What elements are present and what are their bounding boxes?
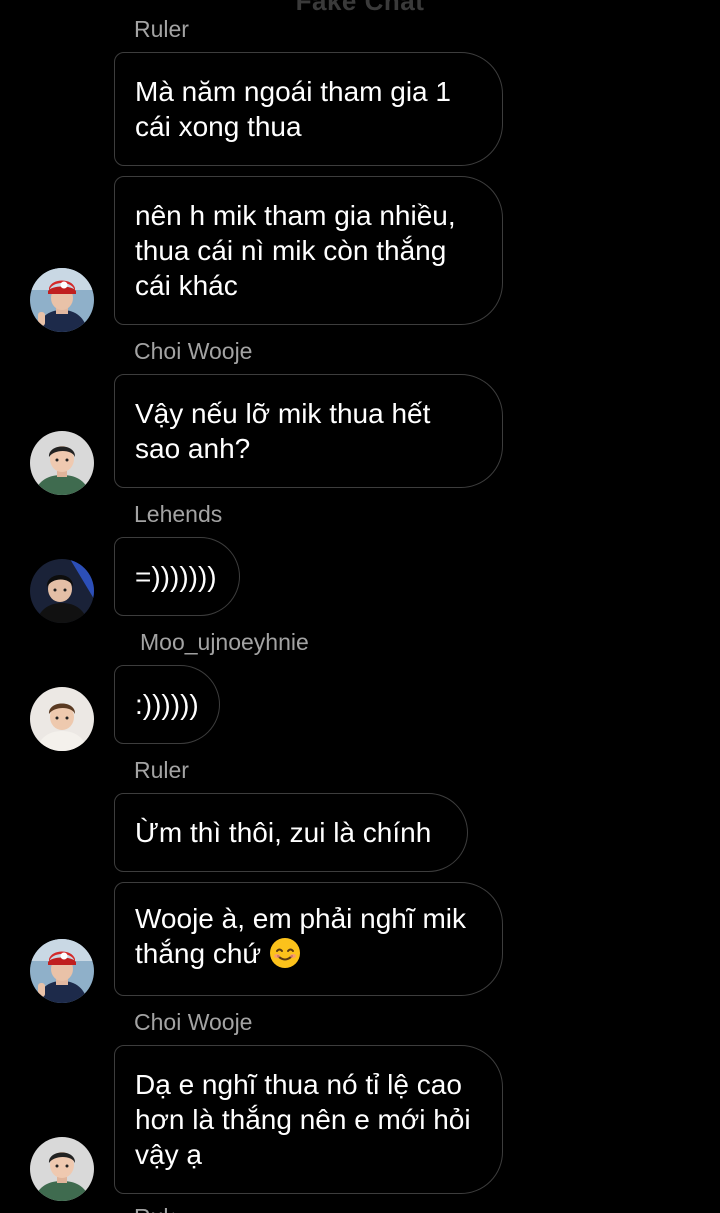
sender-name-choi-wooje: Choi Wooje: [134, 1009, 253, 1035]
message-text: Wooje à, em phải nghĩ mik thắng chứ: [135, 901, 466, 977]
sender-name-ruler: Ruler: [134, 757, 189, 783]
message-bubble[interactable]: Dạ e nghĩ thua nó tỉ lệ cao hơn là thắng…: [114, 1045, 503, 1194]
message-text: Dạ e nghĩ thua nó tỉ lệ cao hơn là thắng…: [135, 1069, 471, 1170]
sender-name-moo: Moo_ujnoeyhnie: [140, 629, 309, 655]
message-text: Mà năm ngoái tham gia 1 cái xong thua: [135, 76, 451, 142]
sender-name-ruler: Ruler: [134, 16, 189, 42]
avatar-wooje-icon[interactable]: [30, 431, 94, 495]
sender-name-cutoff: Ruler: [134, 1204, 174, 1213]
message-bubble[interactable]: =))))))): [114, 537, 240, 616]
avatar-lehends-icon[interactable]: [30, 559, 94, 623]
message-bubble[interactable]: Wooje à, em phải nghĩ mik thắng chứ: [114, 882, 503, 996]
message-bubble[interactable]: nên h mik tham gia nhiều, thua cái nì mi…: [114, 176, 503, 325]
message-bubble[interactable]: Vậy nếu lỡ mik thua hết sao anh?: [114, 374, 503, 488]
sender-name-ruler: Ruler: [134, 1204, 174, 1213]
avatar-wooje-icon[interactable]: [30, 1137, 94, 1201]
message-text: :)))))): [135, 689, 199, 720]
chat-title: Fake Chat: [295, 0, 425, 16]
sender-name-choi-wooje: Choi Wooje: [134, 338, 253, 364]
message-text: =))))))): [135, 561, 217, 592]
message-bubble[interactable]: Ừm thì thôi, zui là chính: [114, 793, 468, 872]
avatar-ruler-icon[interactable]: [30, 939, 94, 1003]
message-text: Ừm thì thôi, zui là chính: [135, 817, 432, 848]
avatar-ruler-icon[interactable]: [30, 268, 94, 332]
smiling-face-emoji-icon: [269, 937, 301, 977]
message-bubble[interactable]: Mà năm ngoái tham gia 1 cái xong thua: [114, 52, 503, 166]
avatar-moo-icon[interactable]: [30, 687, 94, 751]
message-text: Vậy nếu lỡ mik thua hết sao anh?: [135, 398, 431, 464]
message-text: nên h mik tham gia nhiều, thua cái nì mi…: [135, 200, 456, 301]
message-bubble[interactable]: :)))))): [114, 665, 220, 744]
sender-name-lehends: Lehends: [134, 501, 223, 527]
